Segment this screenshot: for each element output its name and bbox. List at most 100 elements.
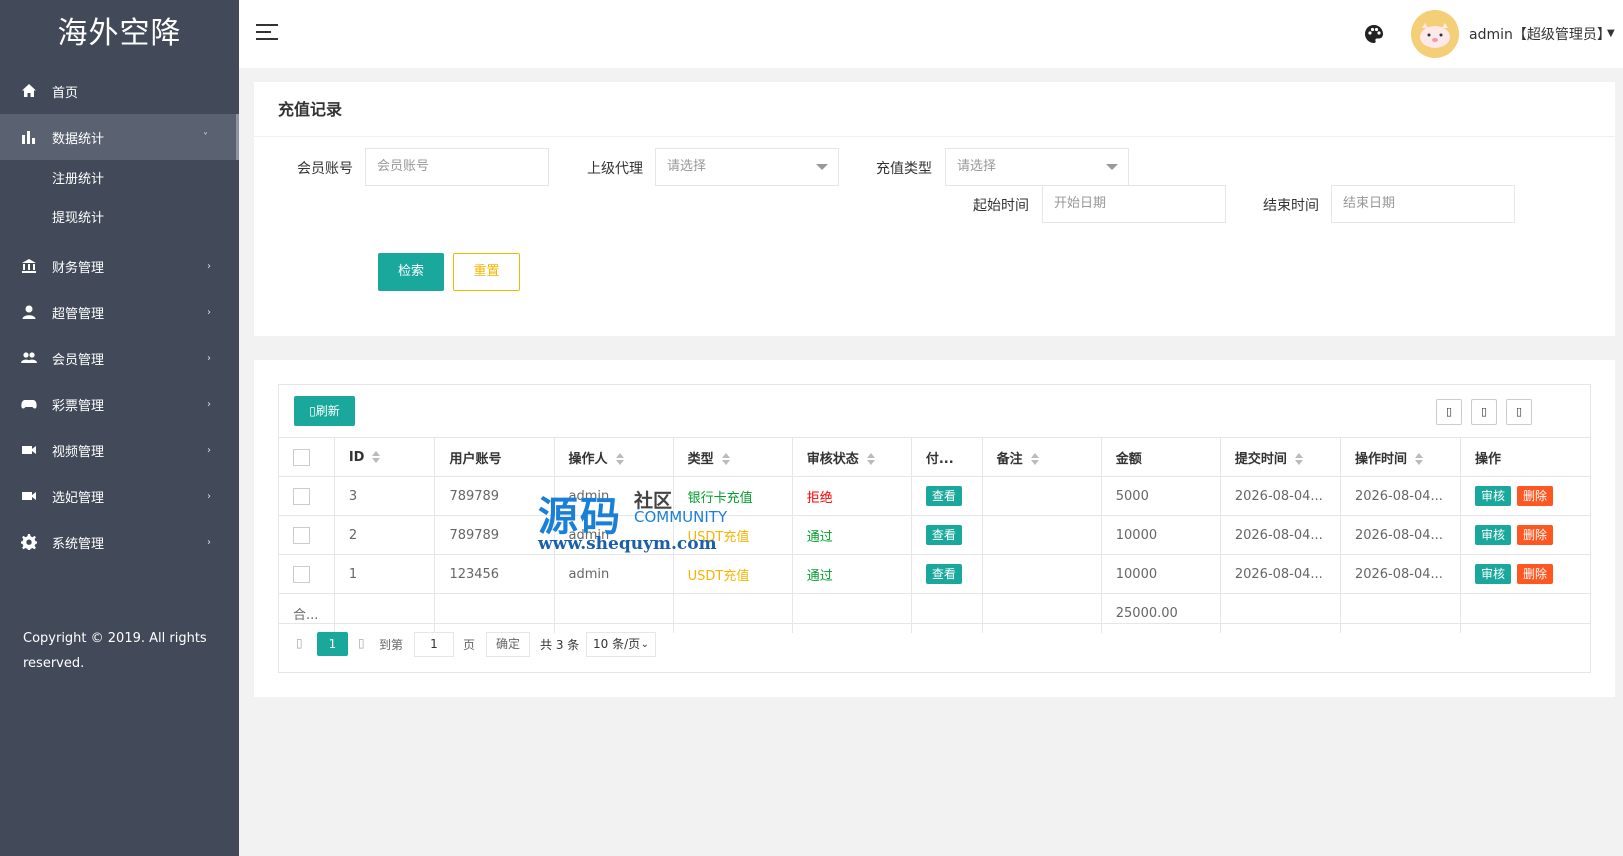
sort-icon[interactable] (1294, 453, 1303, 465)
sidebar-item-label: 系统管理 (52, 536, 105, 552)
cell-op-time: 2026-08-04... (1340, 554, 1462, 594)
search-button[interactable]: 检索 (378, 253, 444, 291)
col-operator[interactable]: 操作人 (554, 437, 674, 477)
sort-icon[interactable] (1414, 453, 1423, 465)
columns-filter-icon[interactable]: ▯ (1436, 399, 1462, 425)
print-icon[interactable]: ▯ (1506, 399, 1532, 425)
start-time-label: 起始时间 (973, 198, 1029, 214)
sort-icon[interactable] (866, 453, 875, 465)
member-account-label: 会员账号 (297, 161, 353, 177)
sidebar-item-label: 选妃管理 (52, 490, 105, 506)
caret-down-icon[interactable]: ▼ (1607, 28, 1615, 39)
member-account-input[interactable]: 会员账号 (365, 148, 549, 186)
sidebar-item-label: 会员管理 (52, 352, 105, 368)
col-type[interactable]: 类型 (673, 437, 793, 477)
refresh-button[interactable]: ▯刷新 (294, 396, 355, 426)
agent-label: 上级代理 (587, 161, 643, 177)
col-status[interactable]: 审核状态 (792, 437, 912, 477)
audit-button[interactable]: 审核 (1475, 564, 1512, 584)
search-card: 充值记录 会员账号 会员账号 上级代理 请选择 充值类型 请选择 起始时间 开始… (254, 82, 1615, 336)
sidebar-subitem-register-stats[interactable]: 注册统计 (0, 160, 239, 199)
col-op-time[interactable]: 操作时间 (1340, 437, 1462, 477)
table-row: 2 789789 admin USDT充值 通过 查看 10000 2026-0… (279, 515, 1590, 555)
view-payment-button[interactable]: 查看 (925, 486, 962, 506)
reset-button[interactable]: 重置 (453, 253, 520, 291)
sidebar-item-label: 数据统计 (52, 131, 105, 147)
home-icon (20, 82, 38, 100)
cell-operator: admin (554, 515, 674, 555)
sidebar-item-members[interactable]: 会员管理 › (0, 335, 239, 381)
goto-confirm-button[interactable]: 确定 (486, 632, 530, 657)
view-payment-button[interactable]: 查看 (925, 525, 962, 545)
caret-down-icon (816, 164, 828, 170)
select-all-checkbox[interactable] (293, 448, 310, 466)
bank-icon (20, 257, 38, 275)
palette-icon[interactable] (1364, 24, 1384, 44)
top-header: admin【超级管理员】 ▼ (239, 0, 1623, 68)
refresh-label: 刷新 (315, 404, 340, 418)
goto-page-input[interactable]: 1 (414, 632, 454, 657)
table-header-row: ID 用户账号 操作人 类型 审核状态 付... 备注 金额 提交时间 操作时间… (279, 437, 1590, 477)
sidebar-subitem-withdraw-stats[interactable]: 提现统计 (0, 199, 239, 238)
sidebar-item-stats[interactable]: 数据统计 ˅ (0, 114, 239, 160)
cell-note (982, 515, 1102, 555)
view-payment-button[interactable]: 查看 (925, 564, 962, 584)
user-name[interactable]: admin【超级管理员】 (1469, 24, 1611, 44)
sort-icon[interactable] (721, 453, 730, 465)
video-icon (20, 441, 38, 459)
caret-down-icon (1106, 164, 1118, 170)
row-checkbox[interactable] (293, 565, 310, 583)
start-date-input[interactable]: 开始日期 (1042, 185, 1226, 223)
sidebar-item-lottery[interactable]: 彩票管理 › (0, 381, 239, 427)
delete-button[interactable]: 删除 (1517, 525, 1554, 545)
col-id[interactable]: ID (334, 437, 436, 477)
cell-op-time: 2026-08-04... (1340, 515, 1462, 555)
sidebar: 海外空降 首页 数据统计 ˅ 注册统计 提现统计 财务管理 › 超管管理 › 会… (0, 0, 239, 856)
cell-op-time: 2026-08-04... (1340, 476, 1462, 516)
cell-status: 通过 (792, 515, 912, 555)
menu-toggle-icon[interactable] (256, 24, 278, 42)
users-icon (20, 349, 38, 367)
row-checkbox[interactable] (293, 526, 310, 544)
chevron-right-icon: › (207, 306, 211, 318)
sidebar-item-admin[interactable]: 超管管理 › (0, 289, 239, 335)
row-checkbox[interactable] (293, 487, 310, 505)
audit-button[interactable]: 审核 (1475, 525, 1512, 545)
chevron-down-icon: ⌄ (640, 639, 649, 650)
sidebar-item-label: 超管管理 (52, 306, 105, 322)
cell-id: 3 (334, 476, 436, 516)
current-page[interactable]: 1 (317, 632, 348, 656)
cell-note (982, 554, 1102, 594)
prev-page-icon[interactable]: ▯ (296, 636, 303, 650)
gear-icon (20, 533, 38, 551)
cell-amount: 5000 (1101, 476, 1221, 516)
col-submit-time[interactable]: 提交时间 (1220, 437, 1341, 477)
chevron-right-icon: › (207, 260, 211, 272)
export-icon[interactable]: ▯ (1471, 399, 1497, 425)
select-all-cell[interactable] (279, 437, 335, 477)
delete-button[interactable]: 删除 (1517, 486, 1554, 506)
sidebar-nav: 首页 数据统计 ˅ 注册统计 提现统计 财务管理 › 超管管理 › 会员管理 ›… (0, 68, 239, 565)
cell-id: 1 (334, 554, 436, 594)
col-note[interactable]: 备注 (982, 437, 1102, 477)
gamepad-icon (20, 395, 38, 413)
page-size-select[interactable]: 10 条/页 ⌄ (586, 632, 656, 657)
avatar[interactable] (1411, 10, 1459, 58)
next-page-icon[interactable]: ▯ (358, 636, 365, 650)
sort-icon[interactable] (615, 453, 624, 465)
sidebar-item-finance[interactable]: 财务管理 › (0, 243, 239, 289)
sort-icon[interactable] (372, 451, 381, 463)
agent-select[interactable]: 请选择 (655, 148, 839, 186)
sidebar-item-video[interactable]: 视频管理 › (0, 427, 239, 473)
sidebar-item-home[interactable]: 首页 (0, 68, 239, 114)
audit-button[interactable]: 审核 (1475, 486, 1512, 506)
sort-icon[interactable] (1030, 453, 1039, 465)
recharge-type-select[interactable]: 请选择 (945, 148, 1129, 186)
table-card: ▯刷新 ▯ ▯ ▯ ID 用户账号 操作人 类型 审核状态 付... 备注 金额… (254, 360, 1615, 697)
delete-button[interactable]: 删除 (1517, 564, 1554, 584)
sidebar-item-selection[interactable]: 选妃管理 › (0, 473, 239, 519)
cell-amount: 10000 (1101, 515, 1221, 555)
sidebar-item-system[interactable]: 系统管理 › (0, 519, 239, 565)
end-date-input[interactable]: 结束日期 (1331, 185, 1515, 223)
page-unit-label: 页 (463, 638, 476, 652)
